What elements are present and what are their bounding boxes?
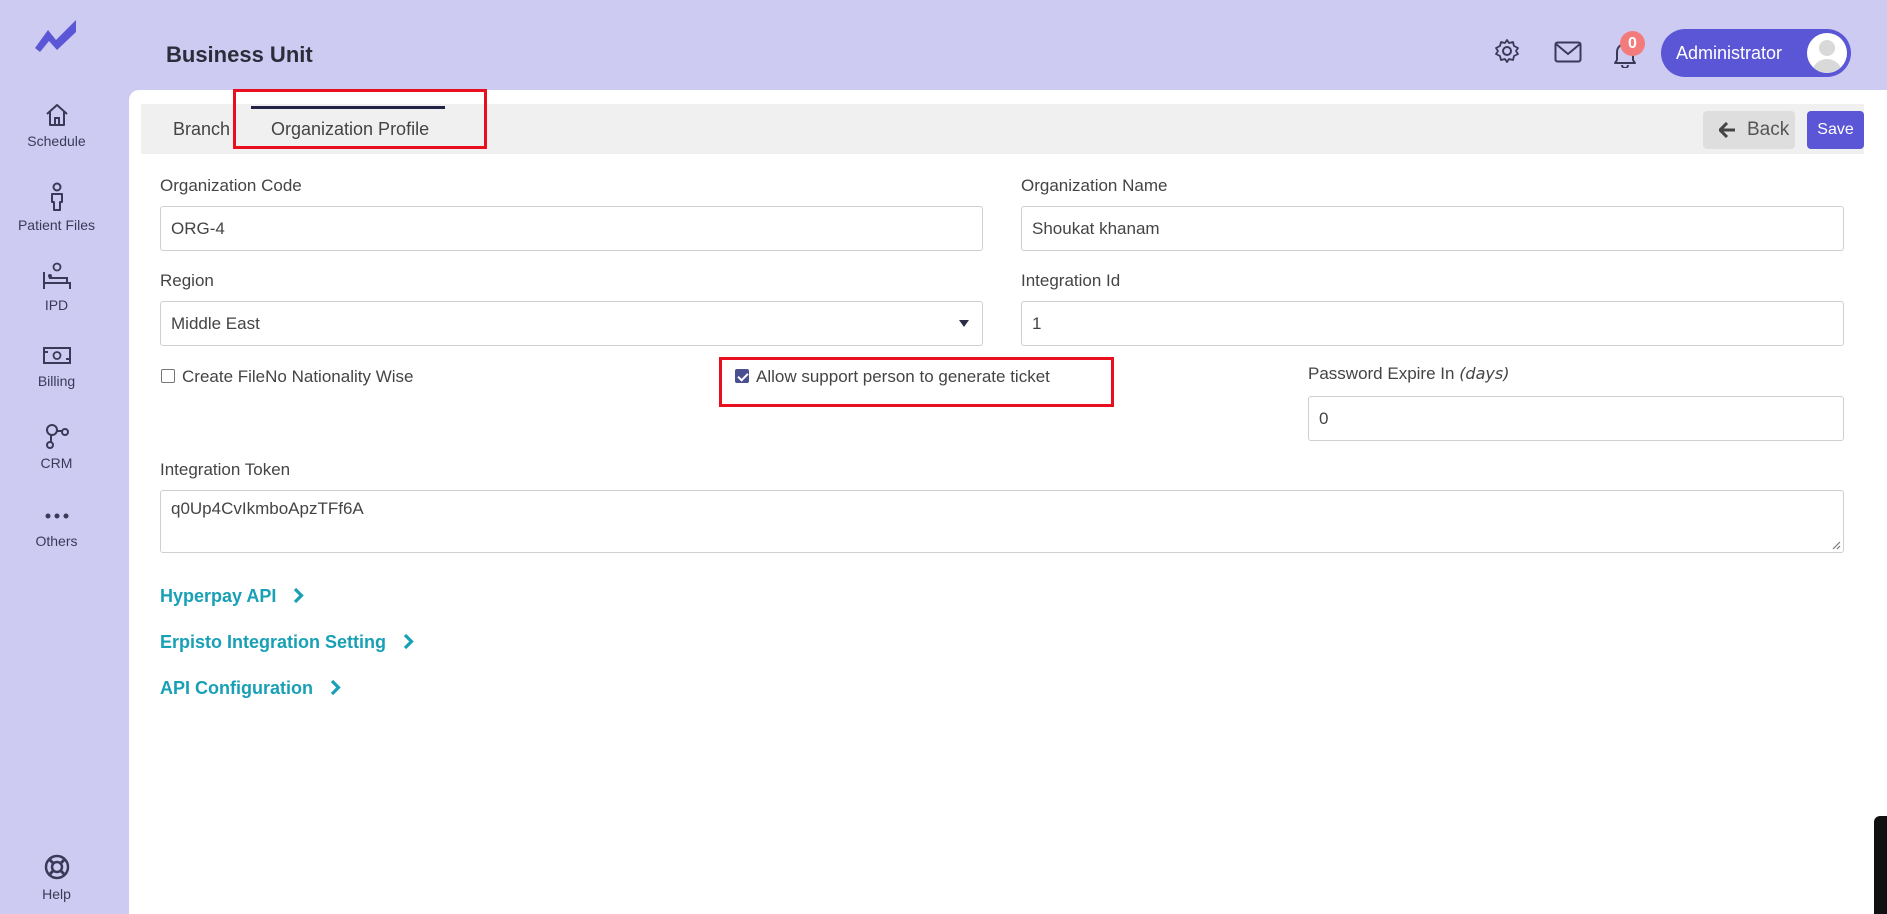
home-icon bbox=[45, 104, 68, 126]
network-icon bbox=[45, 424, 69, 449]
sidebar-item-crm[interactable]: CRM bbox=[0, 422, 113, 471]
sidebar-item-billing[interactable]: Billing bbox=[0, 344, 113, 389]
sidebar-item-others[interactable]: Others bbox=[0, 508, 113, 549]
sidebar-item-label: Help bbox=[42, 886, 71, 902]
password-expire-unit: (days) bbox=[1459, 364, 1510, 383]
avatar bbox=[1807, 33, 1847, 73]
tab-organization-profile[interactable]: Organization Profile bbox=[241, 104, 445, 154]
user-menu-button[interactable]: Administrator bbox=[1661, 29, 1851, 77]
region-label: Region bbox=[160, 271, 214, 290]
sidebar-item-label: Schedule bbox=[27, 133, 86, 149]
integration-token-textarea[interactable]: q0Up4CvIkmboApzTFf6A bbox=[160, 490, 1844, 553]
hyperpay-api-link[interactable]: Hyperpay API bbox=[160, 586, 305, 607]
money-icon bbox=[42, 347, 71, 364]
api-configuration-link[interactable]: API Configuration bbox=[160, 678, 341, 699]
integration-id-input[interactable] bbox=[1021, 301, 1844, 346]
person-icon bbox=[50, 182, 63, 211]
checkbox-checked[interactable] bbox=[735, 369, 749, 383]
main-content: Branch Organization Profile Back Save Or… bbox=[129, 90, 1887, 914]
chevron-right-icon bbox=[294, 587, 305, 604]
chevron-right-icon bbox=[330, 679, 341, 696]
sidebar-item-help[interactable]: Help bbox=[0, 853, 113, 902]
arrow-left-icon bbox=[1719, 122, 1735, 138]
sidebar-item-ipd[interactable]: IPD bbox=[0, 262, 113, 313]
resize-grip-icon[interactable] bbox=[1831, 540, 1841, 550]
back-button[interactable]: Back bbox=[1703, 111, 1795, 149]
mail-icon[interactable] bbox=[1554, 41, 1582, 63]
org-name-input[interactable] bbox=[1021, 206, 1844, 251]
org-name-label: Organization Name bbox=[1021, 176, 1168, 195]
integration-token-label: Integration Token bbox=[160, 460, 291, 479]
user-avatar-icon bbox=[1812, 40, 1842, 73]
notification-badge: 0 bbox=[1620, 31, 1645, 56]
password-expire-label: Password Expire In (days) bbox=[1308, 364, 1510, 383]
gear-icon[interactable] bbox=[1494, 38, 1520, 64]
password-expire-input[interactable] bbox=[1308, 396, 1844, 441]
tab-branch[interactable]: Branch bbox=[141, 104, 237, 154]
side-widget-handle[interactable] bbox=[1874, 816, 1887, 914]
org-code-input[interactable] bbox=[160, 206, 983, 251]
active-tab-indicator bbox=[251, 106, 445, 109]
user-name: Administrator bbox=[1676, 43, 1783, 63]
app-logo-icon[interactable] bbox=[32, 18, 82, 54]
erpisto-integration-setting-link[interactable]: Erpisto Integration Setting bbox=[160, 632, 414, 653]
region-selected-value: Middle East bbox=[171, 314, 260, 333]
save-button[interactable]: Save bbox=[1807, 111, 1864, 149]
org-code-label: Organization Code bbox=[160, 176, 302, 195]
sidebar-item-label: Billing bbox=[37, 373, 76, 389]
sidebar: Schedule Patient Files IPD Billing CRM O… bbox=[0, 0, 113, 914]
bed-icon bbox=[42, 262, 71, 289]
region-select[interactable]: Middle East bbox=[160, 301, 983, 346]
checkbox-unchecked[interactable] bbox=[161, 369, 175, 383]
lifebuoy-icon bbox=[44, 854, 69, 880]
sidebar-item-patient-files[interactable]: Patient Files bbox=[0, 182, 113, 233]
integration-id-label: Integration Id bbox=[1021, 271, 1121, 290]
sidebar-item-schedule[interactable]: Schedule bbox=[0, 102, 113, 149]
tab-bar: Branch Organization Profile Back Save bbox=[141, 104, 1864, 154]
sidebar-item-label: CRM bbox=[40, 455, 73, 471]
dropdown-caret-icon bbox=[959, 320, 969, 327]
more-icon bbox=[45, 513, 68, 519]
sidebar-item-label: IPD bbox=[44, 297, 69, 313]
sidebar-item-label: Others bbox=[35, 533, 78, 549]
page-title: Business Unit bbox=[166, 42, 313, 67]
sidebar-item-label: Patient Files bbox=[17, 217, 96, 233]
chevron-right-icon bbox=[403, 633, 414, 650]
